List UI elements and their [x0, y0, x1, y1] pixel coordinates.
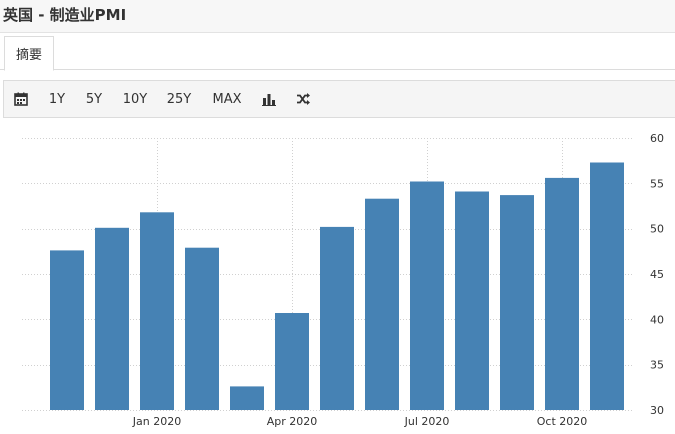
bar-2020-08[interactable]	[455, 191, 489, 411]
bar-2020-02[interactable]	[185, 247, 219, 410]
tab-bar: 摘要	[0, 33, 675, 71]
bar-2020-05[interactable]	[320, 226, 354, 410]
bar-2019-12[interactable]	[95, 227, 129, 410]
bar-2020-11[interactable]	[590, 162, 624, 411]
y-tick-label: 35	[650, 359, 664, 372]
x-tick-label: Oct 2020	[537, 415, 588, 428]
bar-chart-icon[interactable]	[258, 81, 280, 117]
bar-2020-06[interactable]	[365, 198, 399, 410]
bar-2020-07[interactable]	[410, 181, 444, 411]
y-tick-label: 45	[650, 268, 664, 281]
x-tick-label: Apr 2020	[267, 415, 318, 428]
shuffle-icon[interactable]	[292, 81, 314, 117]
y-tick-label: 60	[650, 132, 664, 145]
chart-toolbar: 1Y 5Y 10Y 25Y MAX	[3, 80, 675, 118]
title-bar: 英国 - 制造业PMI	[0, 0, 675, 33]
x-tick-label: Jan 2020	[132, 415, 181, 428]
y-tick-label: 40	[650, 313, 664, 326]
range-1y-button[interactable]: 1Y	[44, 81, 70, 117]
y-tick-label: 55	[650, 177, 664, 190]
bar-2020-03[interactable]	[230, 386, 264, 410]
x-tick-label: Jul 2020	[404, 415, 450, 428]
bar-2020-10[interactable]	[545, 177, 579, 410]
calendar-icon[interactable]	[10, 81, 32, 117]
page-title: 英国 - 制造业PMI	[3, 6, 127, 24]
y-tick-label: 50	[650, 223, 664, 236]
tab-summary[interactable]: 摘要	[4, 36, 54, 71]
pmi-chart: 30 35 40 45 50 55 60 Jan 2020 Apr 2020 Jul 2020 Oc…	[0, 128, 675, 434]
bar-2020-01[interactable]	[140, 212, 174, 410]
range-10y-button[interactable]: 10Y	[119, 81, 151, 117]
bar-2020-09[interactable]	[500, 195, 534, 410]
range-25y-button[interactable]: 25Y	[163, 81, 195, 117]
bar-2019-11[interactable]	[50, 250, 84, 410]
range-max-button[interactable]: MAX	[207, 81, 247, 117]
chart-canvas: 30 35 40 45 50 55 60 Jan 2020 Apr 2020 Jul 2020 Oc…	[22, 132, 664, 428]
bar-2020-04[interactable]	[275, 313, 309, 410]
range-5y-button[interactable]: 5Y	[81, 81, 107, 117]
y-tick-label: 30	[650, 404, 664, 417]
